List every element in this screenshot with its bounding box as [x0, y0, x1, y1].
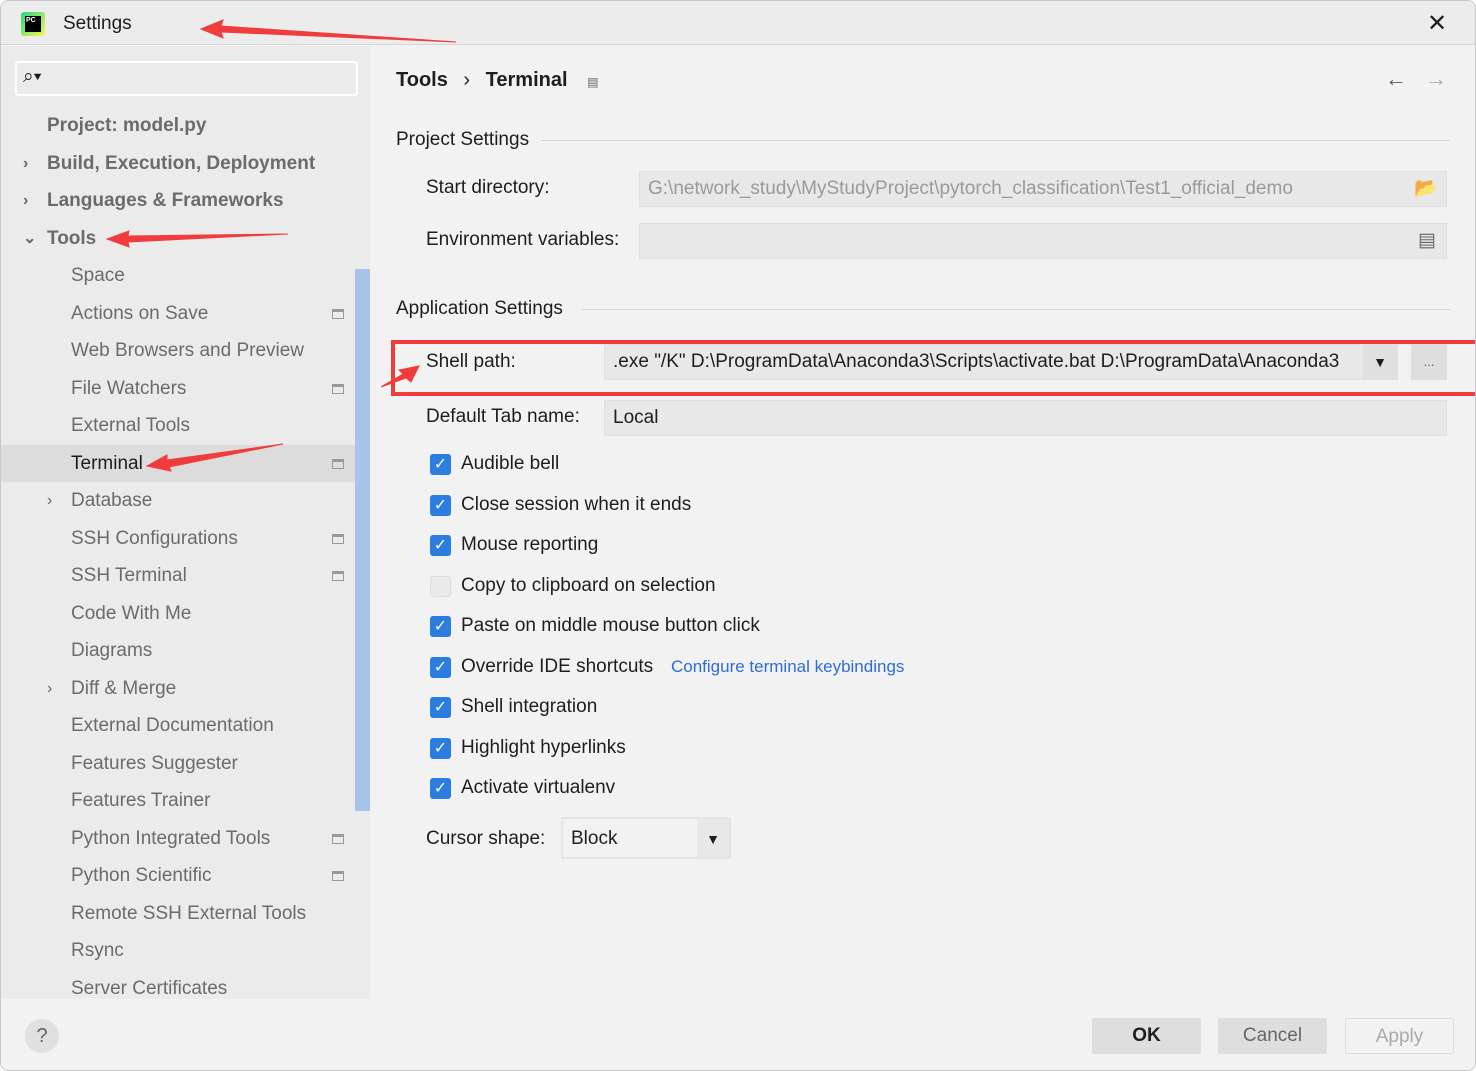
- annotation-arrows: [105, 19, 457, 472]
- annotation-arrow: [199, 19, 457, 43]
- annotation-arrow: [105, 230, 289, 248]
- annotation-arrow: [145, 443, 284, 472]
- annotation-arrow: [380, 365, 420, 388]
- settings-dialog: PC Settings ✕ ⌕▾ Project: model.py › Build…: [0, 0, 1476, 1071]
